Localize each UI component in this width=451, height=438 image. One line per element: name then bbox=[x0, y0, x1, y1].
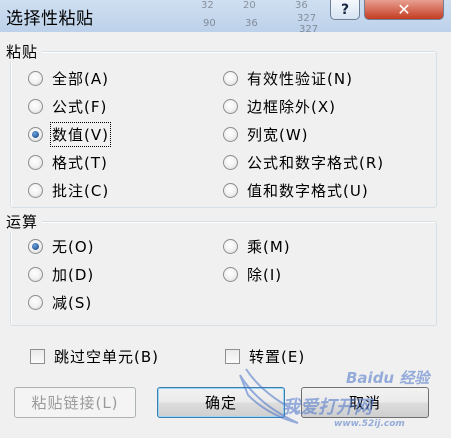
radio-circle-selected bbox=[28, 238, 43, 254]
paste-values-radio[interactable]: 数值(V) bbox=[28, 121, 111, 147]
paste-formulas-radio[interactable]: 公式(F) bbox=[28, 95, 107, 117]
paste-values-number-formats-radio[interactable]: 值和数字格式(U) bbox=[223, 179, 369, 201]
radio-label: 减(S) bbox=[52, 293, 93, 312]
paste-comments-radio[interactable]: 批注(C) bbox=[28, 179, 109, 201]
radio-circle bbox=[223, 70, 238, 86]
radio-label: 列宽(W) bbox=[247, 125, 309, 144]
radio-label: 全部(A) bbox=[52, 69, 109, 88]
checkbox-label: 跳过空单元(B) bbox=[54, 347, 159, 366]
radio-circle bbox=[28, 154, 43, 170]
radio-label: 数值(V) bbox=[50, 121, 111, 147]
radio-circle-selected bbox=[28, 126, 43, 142]
title-bar: 选择性粘贴 32 20 36 327 90 36 327 ? ✕ bbox=[0, 0, 451, 35]
background-cell: 36 bbox=[245, 18, 258, 29]
operation-add-radio[interactable]: 加(D) bbox=[28, 263, 94, 285]
radio-circle bbox=[223, 154, 238, 170]
paste-group-label: 粘贴 bbox=[4, 41, 43, 62]
operation-divide-radio[interactable]: 除(I) bbox=[223, 263, 282, 285]
radio-label: 加(D) bbox=[52, 265, 95, 284]
radio-circle bbox=[28, 294, 43, 310]
radio-circle bbox=[223, 182, 238, 198]
background-cell: 36 bbox=[295, 0, 308, 11]
checkbox-box bbox=[225, 348, 240, 364]
paste-formulas-number-formats-radio[interactable]: 公式和数字格式(R) bbox=[223, 151, 384, 173]
radio-label: 公式和数字格式(R) bbox=[247, 153, 385, 172]
close-icon: ✕ bbox=[397, 0, 411, 19]
radio-circle bbox=[223, 238, 238, 254]
background-cell: 32 bbox=[201, 0, 214, 11]
radio-label: 除(I) bbox=[247, 265, 283, 284]
radio-circle bbox=[223, 266, 238, 282]
close-button[interactable]: ✕ bbox=[364, 0, 444, 20]
help-button[interactable]: ? bbox=[330, 0, 360, 20]
dialog-body: 粘贴 全部(A) 公式(F) 数值(V) 格式(T) 批注(C) 有效性验证(N… bbox=[0, 32, 451, 438]
radio-label: 边框除外(X) bbox=[247, 97, 336, 116]
radio-label: 格式(T) bbox=[52, 153, 108, 172]
help-icon: ? bbox=[340, 1, 350, 18]
background-cell: 90 bbox=[203, 18, 216, 29]
transpose-checkbox[interactable]: 转置(E) bbox=[225, 345, 305, 367]
radio-circle bbox=[28, 98, 43, 114]
background-cell: 327 bbox=[297, 13, 317, 24]
operation-multiply-radio[interactable]: 乘(M) bbox=[223, 235, 291, 257]
radio-label: 有效性验证(N) bbox=[247, 69, 353, 88]
operation-group-label: 运算 bbox=[4, 211, 43, 232]
operation-subtract-radio[interactable]: 减(S) bbox=[28, 291, 92, 313]
paste-all-except-borders-radio[interactable]: 边框除外(X) bbox=[223, 95, 336, 117]
checkbox-box bbox=[30, 348, 45, 364]
paste-all-radio[interactable]: 全部(A) bbox=[28, 67, 109, 89]
radio-label: 值和数字格式(U) bbox=[247, 181, 369, 200]
radio-circle bbox=[28, 182, 43, 198]
paste-link-button[interactable]: 粘贴链接(L) bbox=[14, 387, 136, 418]
background-cell: 20 bbox=[243, 0, 256, 11]
checkbox-label: 转置(E) bbox=[249, 347, 306, 366]
operation-none-radio[interactable]: 无(O) bbox=[28, 235, 95, 257]
radio-circle bbox=[223, 98, 238, 114]
paste-validation-radio[interactable]: 有效性验证(N) bbox=[223, 67, 353, 89]
ok-button[interactable]: 确定 bbox=[157, 387, 285, 418]
radio-circle bbox=[223, 126, 238, 142]
radio-circle bbox=[28, 266, 43, 282]
skip-blanks-checkbox[interactable]: 跳过空单元(B) bbox=[30, 345, 159, 367]
radio-label: 公式(F) bbox=[52, 97, 108, 116]
radio-label: 无(O) bbox=[52, 237, 95, 256]
radio-label: 乘(M) bbox=[247, 237, 291, 256]
paste-formats-radio[interactable]: 格式(T) bbox=[28, 151, 108, 173]
radio-label: 批注(C) bbox=[52, 181, 110, 200]
background-sheet-cells: 32 20 36 327 90 36 327 bbox=[195, 0, 327, 35]
radio-circle bbox=[28, 70, 43, 86]
dialog-title: 选择性粘贴 bbox=[6, 9, 94, 29]
paste-column-widths-radio[interactable]: 列宽(W) bbox=[223, 123, 309, 145]
cancel-button[interactable]: 取消 bbox=[301, 387, 429, 418]
